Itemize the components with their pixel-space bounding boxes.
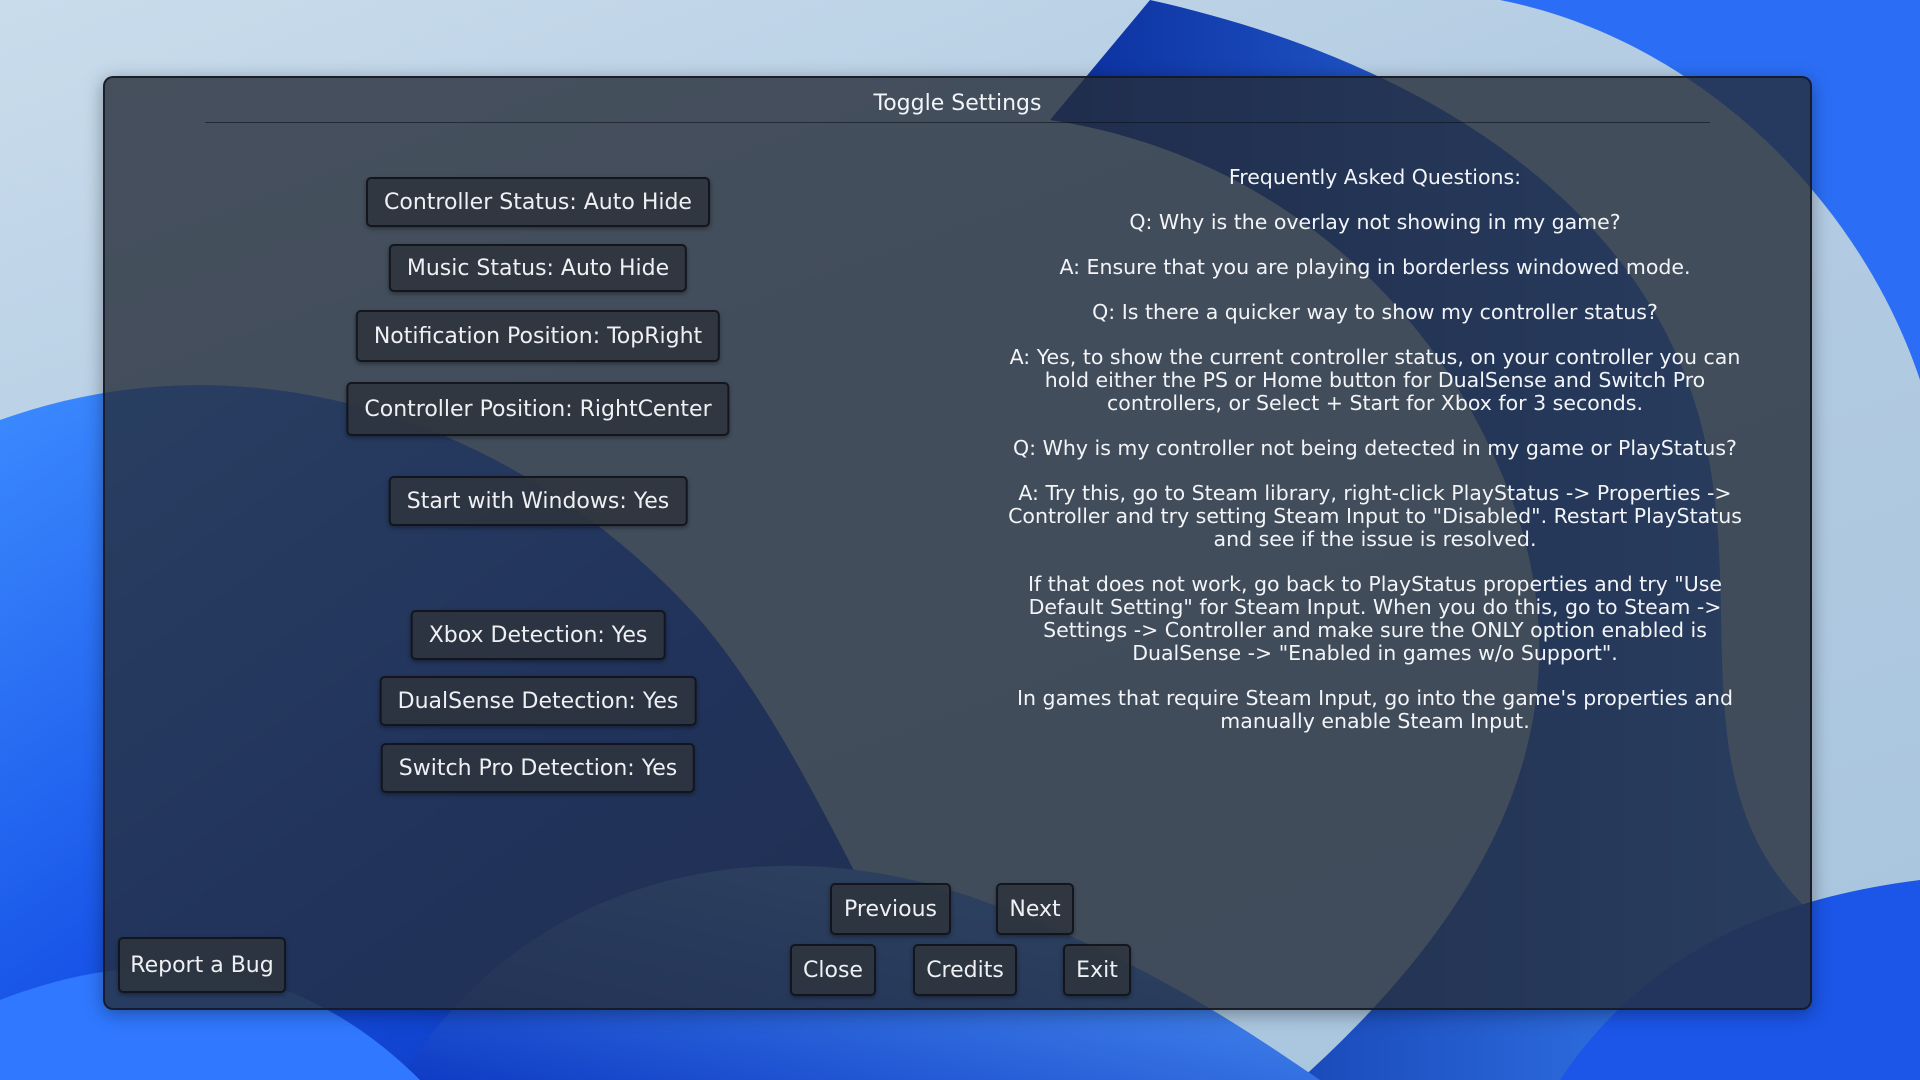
faq-answer: In games that require Steam Input, go in… bbox=[1017, 686, 1733, 733]
notification-position-button[interactable]: Notification Position: TopRight bbox=[355, 310, 721, 362]
faq-panel: Frequently Asked Questions: Q: Why is th… bbox=[1005, 166, 1745, 755]
controller-position-button[interactable]: Controller Position: RightCenter bbox=[346, 382, 730, 436]
controller-status-button[interactable]: Controller Status: Auto Hide bbox=[366, 177, 710, 227]
close-button[interactable]: Close bbox=[790, 944, 876, 996]
switch-pro-detection-button[interactable]: Switch Pro Detection: Yes bbox=[380, 743, 696, 793]
faq-question: Q: Why is my controller not being detect… bbox=[1013, 436, 1737, 460]
faq-question: Q: Is there a quicker way to show my con… bbox=[1092, 300, 1658, 324]
exit-button[interactable]: Exit bbox=[1063, 944, 1131, 996]
title-divider bbox=[205, 122, 1710, 123]
credits-button[interactable]: Credits bbox=[913, 944, 1017, 996]
dualsense-detection-button[interactable]: DualSense Detection: Yes bbox=[379, 676, 697, 726]
faq-question: Q: Why is the overlay not showing in my … bbox=[1129, 210, 1621, 234]
xbox-detection-button[interactable]: Xbox Detection: Yes bbox=[410, 610, 666, 660]
faq-answer: If that does not work, go back to PlaySt… bbox=[1027, 572, 1723, 665]
faq-answer: A: Try this, go to Steam library, right-… bbox=[1008, 481, 1742, 551]
window-title: Toggle Settings bbox=[873, 91, 1042, 116]
settings-window: Toggle Settings Controller Status: Auto … bbox=[103, 76, 1812, 1010]
faq-answer: A: Ensure that you are playing in border… bbox=[1059, 255, 1691, 279]
report-bug-button[interactable]: Report a Bug bbox=[118, 937, 286, 993]
faq-heading: Frequently Asked Questions: bbox=[1228, 165, 1522, 189]
start-with-windows-button[interactable]: Start with Windows: Yes bbox=[388, 476, 688, 526]
next-button[interactable]: Next bbox=[996, 883, 1074, 935]
faq-answer: A: Yes, to show the current controller s… bbox=[1009, 345, 1741, 415]
music-status-button[interactable]: Music Status: Auto Hide bbox=[388, 244, 688, 292]
previous-button[interactable]: Previous bbox=[830, 883, 951, 935]
